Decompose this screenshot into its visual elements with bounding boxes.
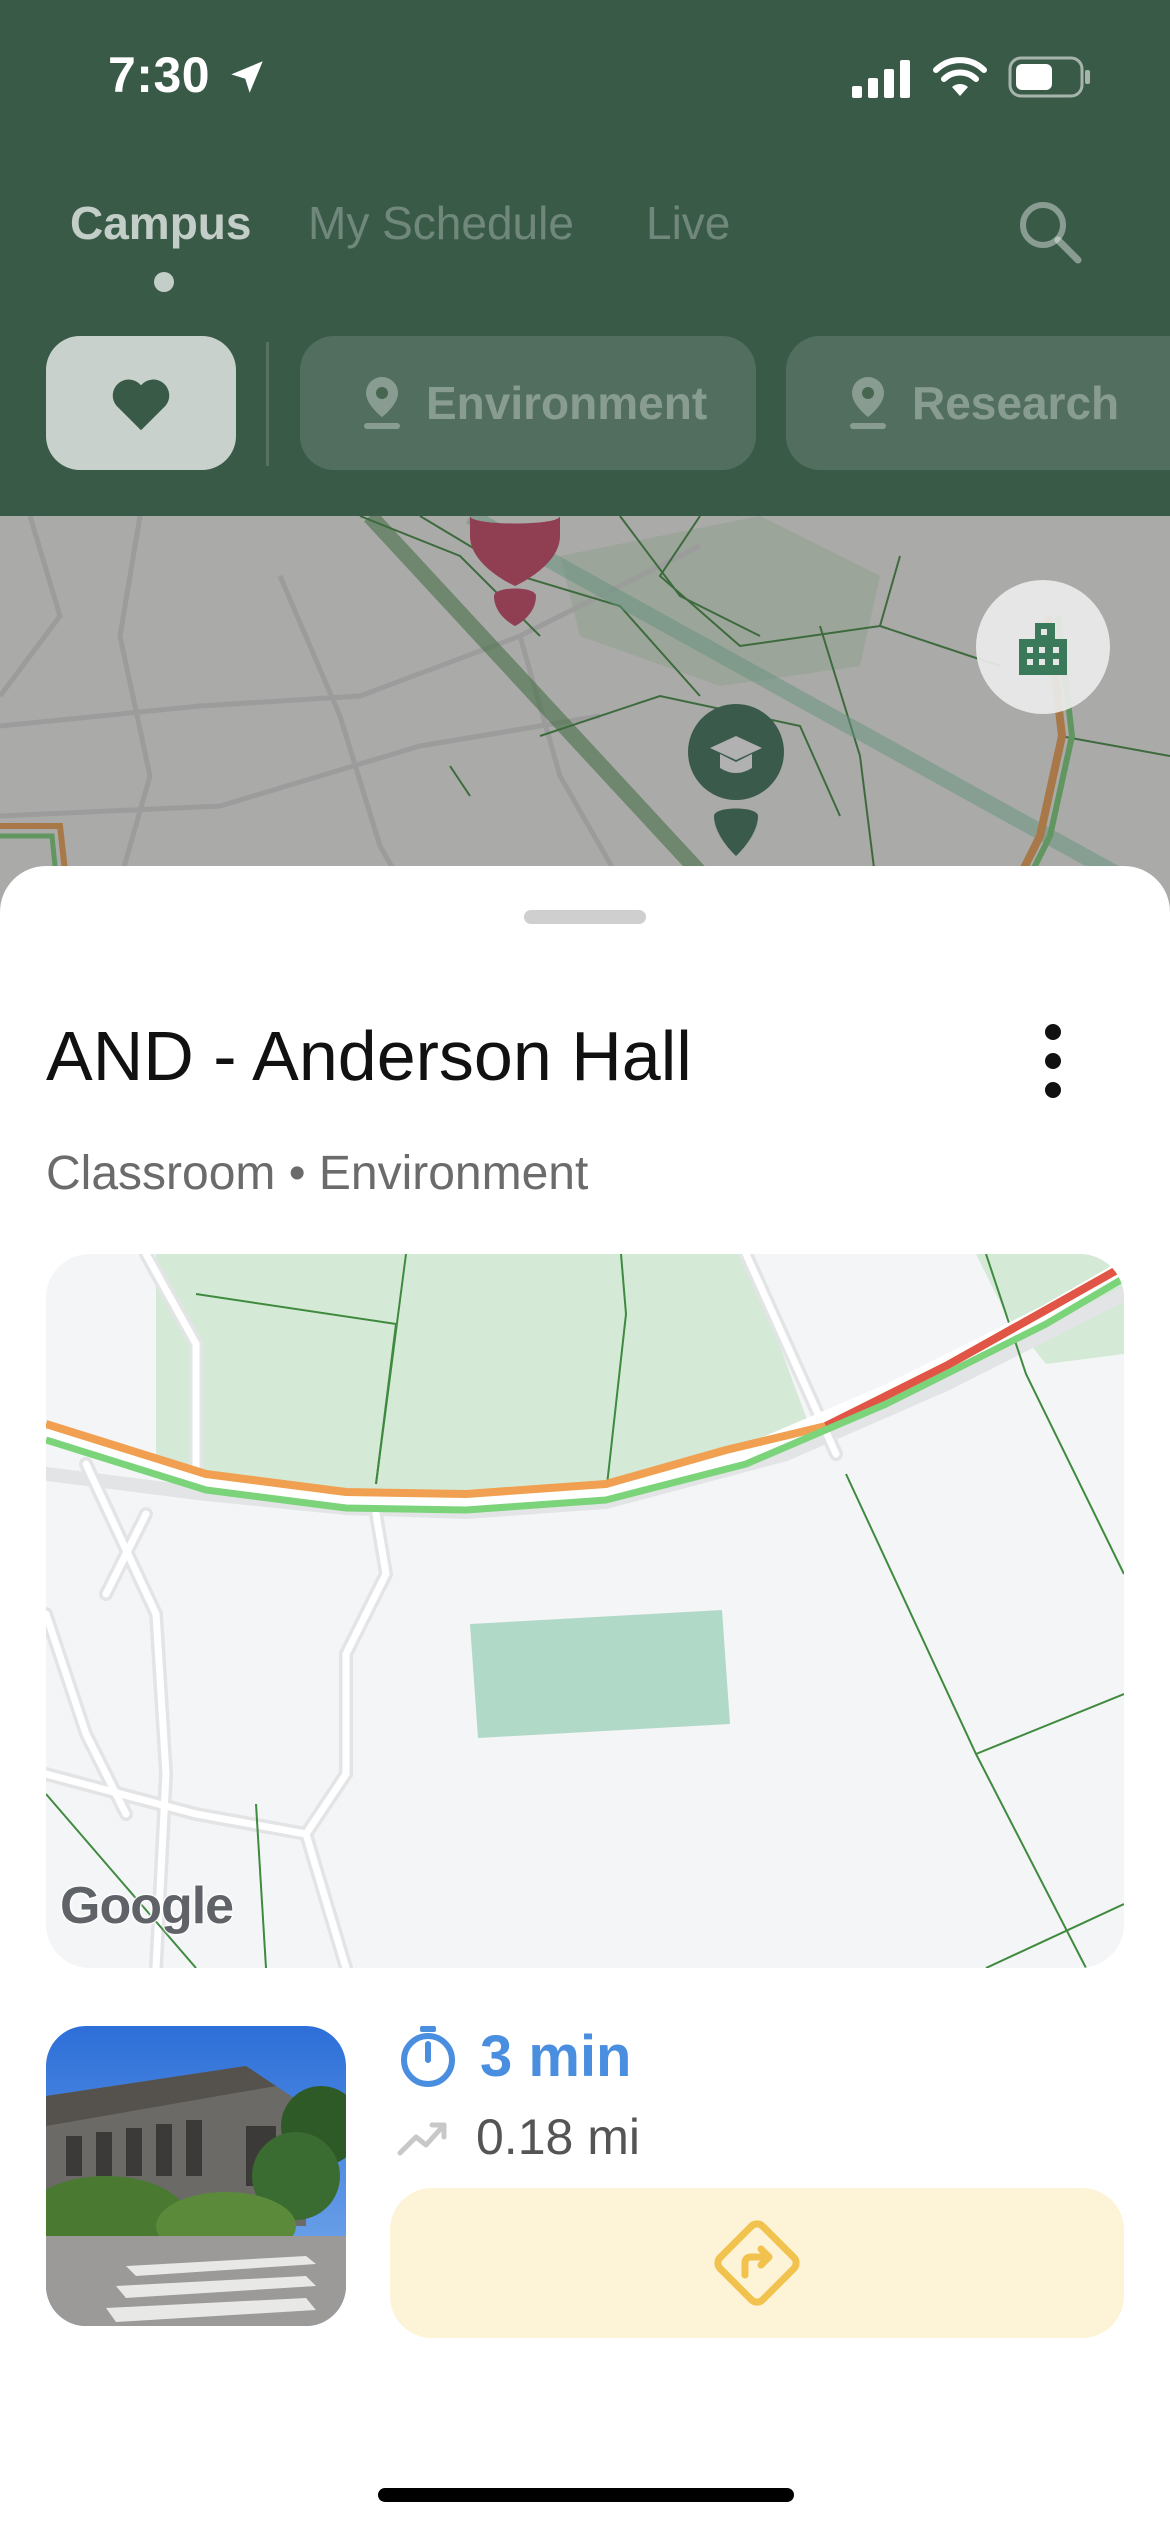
building-icon (1019, 623, 1067, 675)
sheet-grabber[interactable] (524, 910, 646, 924)
location-subtitle: Classroom • Environment (46, 1147, 589, 1200)
favorites-chip[interactable] (46, 336, 236, 470)
location-detail-sheet: AND - Anderson Hall Classroom • Environm… (0, 866, 1170, 2532)
tab-campus[interactable]: Campus (70, 196, 251, 250)
mini-map-graphics (46, 1254, 1124, 1968)
location-title: AND - Anderson Hall (46, 1017, 692, 1095)
distance-value: 0.18 mi (476, 2109, 640, 2165)
location-arrow-icon (231, 61, 263, 93)
battery-icon (1008, 56, 1090, 98)
building-photo (46, 2026, 346, 2326)
wifi-icon (933, 57, 987, 96)
stopwatch-icon (401, 2026, 455, 2087)
tab-my-schedule[interactable]: My Schedule (308, 196, 574, 250)
location-mini-map[interactable]: Google (46, 1254, 1124, 1968)
active-tab-indicator (154, 272, 174, 292)
app-header: 7:30 Campus My Schedule Live Environment… (0, 0, 1170, 516)
trending-up-icon (397, 2122, 447, 2156)
eta-row: 3 min (396, 2016, 632, 2096)
directions-button[interactable] (390, 2188, 1124, 2338)
tab-live[interactable]: Live (646, 196, 730, 250)
chip-divider (266, 342, 269, 466)
status-bar: 7:30 (0, 0, 1170, 150)
distance-row: 0.18 mi (396, 2102, 640, 2172)
search-icon[interactable] (1014, 196, 1086, 268)
more-options-icon[interactable] (1018, 1016, 1088, 1106)
building-button[interactable] (976, 580, 1110, 714)
eta-time: 3 min (480, 2023, 632, 2089)
google-logo: Google (59, 1876, 235, 1936)
directions-icon (714, 2220, 800, 2306)
cellular-signal-icon (852, 60, 910, 98)
heart-icon (112, 379, 170, 431)
filter-chips: Environment Research (0, 336, 1170, 472)
chip-label: Environment (426, 377, 708, 429)
map-dim-overlay (0, 516, 1170, 916)
chip-label: Research (912, 377, 1120, 429)
map-pin-icon (850, 377, 886, 429)
status-time: 7:30 (108, 47, 211, 103)
chip-environment[interactable]: Environment (300, 336, 756, 470)
map-pin-icon (364, 377, 400, 429)
home-indicator[interactable] (378, 2488, 794, 2502)
chip-research[interactable]: Research (786, 336, 1170, 470)
